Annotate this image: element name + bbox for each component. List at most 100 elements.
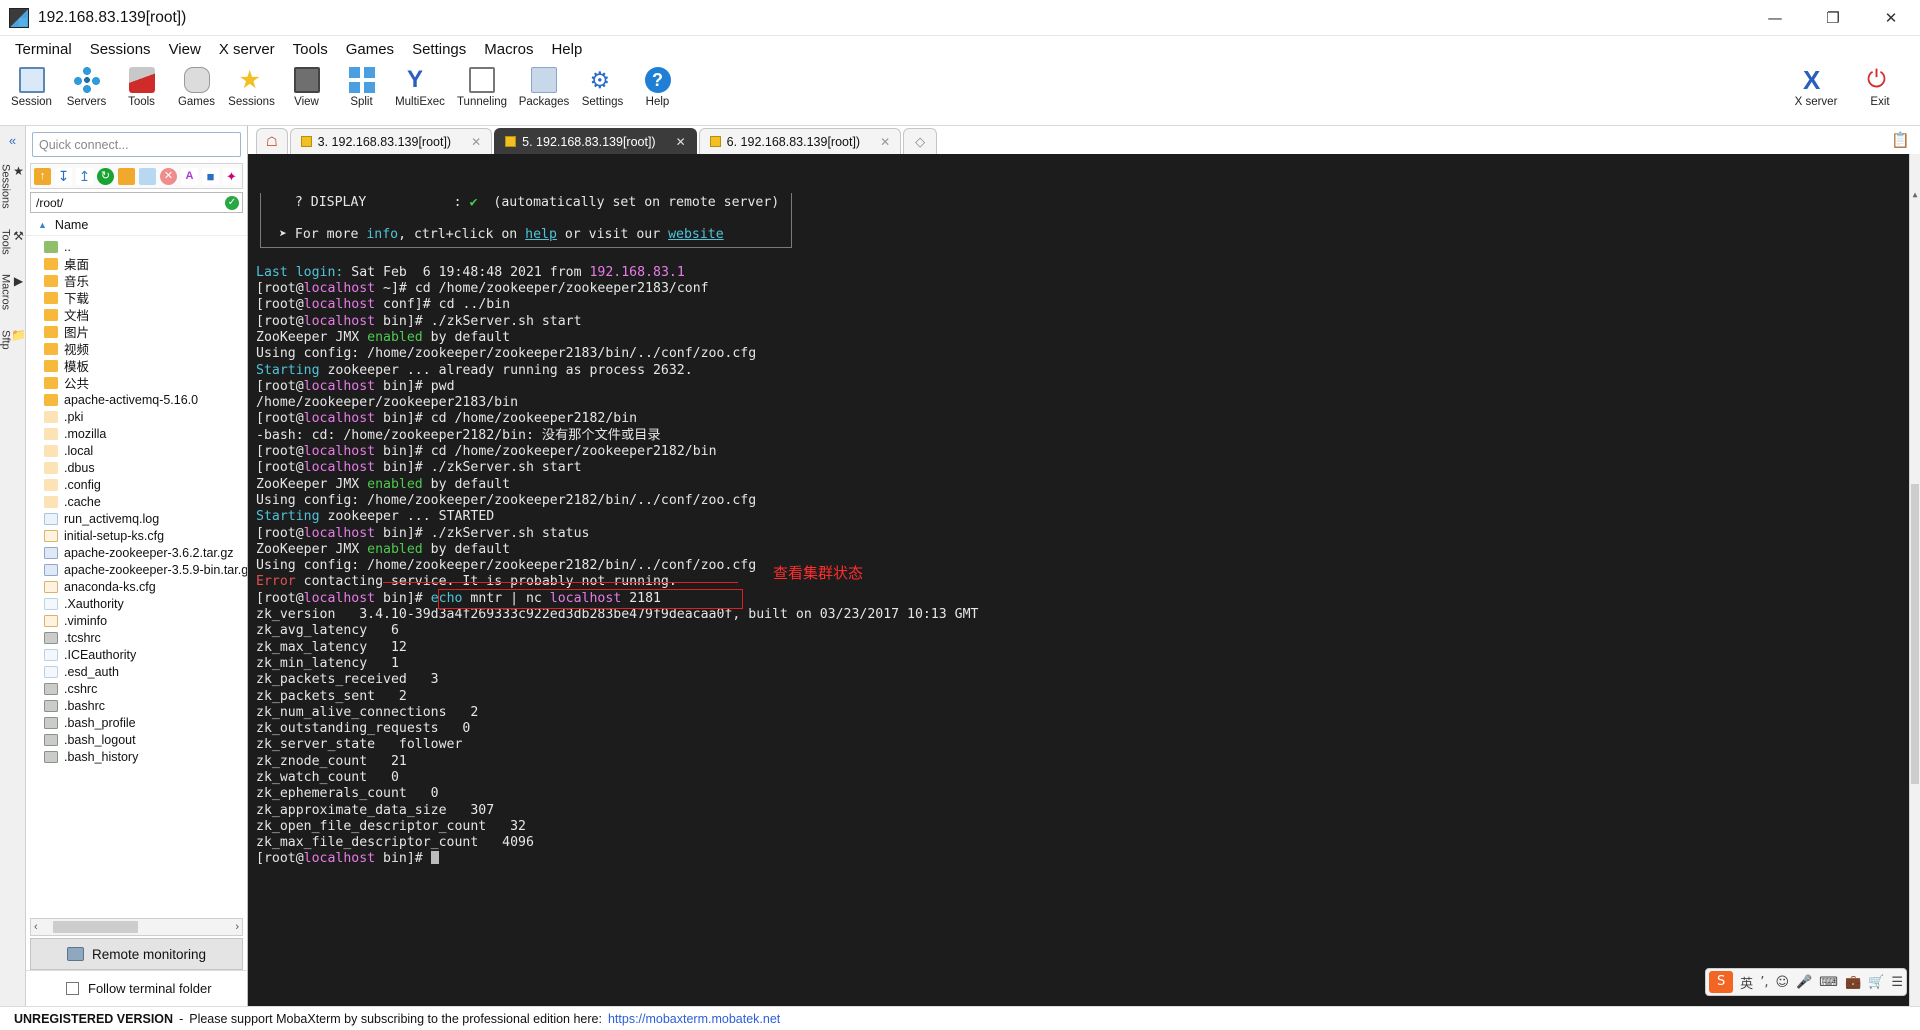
file-row[interactable]: 视频 [26, 340, 247, 357]
vtab-sftp[interactable]: 📁 Sftp [0, 320, 29, 360]
ime-punctuation-button[interactable]: ’, [1760, 975, 1768, 990]
mic-icon[interactable]: 🎤 [1796, 975, 1812, 990]
terminal-scrollbar-thumb[interactable] [1911, 484, 1919, 784]
file-list-hscrollbar[interactable]: ‹ › [30, 918, 243, 936]
menu-games[interactable]: Games [337, 39, 403, 60]
ribbon-session[interactable]: Session [4, 63, 59, 108]
hscroll-left-arrow[interactable]: ‹ [34, 921, 38, 933]
quick-connect-input[interactable]: Quick connect... [32, 132, 241, 157]
sogou-logo-icon[interactable]: S [1709, 971, 1734, 993]
ribbon-split[interactable]: Split [334, 63, 389, 108]
file-row[interactable]: apache-zookeeper-3.5.9-bin.tar.gz [26, 561, 247, 578]
file-row[interactable]: .cache [26, 493, 247, 510]
file-row[interactable]: .dbus [26, 459, 247, 476]
file-row[interactable]: .local [26, 442, 247, 459]
collapse-sidebar-button[interactable]: « [9, 133, 16, 148]
ribbon-x-server[interactable]: X X server [1784, 63, 1848, 108]
terminal-tools-icon[interactable]: ■ [202, 167, 219, 185]
hscroll-right-arrow[interactable]: › [235, 921, 239, 933]
vtab-sessions[interactable]: ★ Sessions [0, 154, 29, 219]
remote-monitoring-button[interactable]: Remote monitoring [30, 938, 243, 970]
file-row[interactable]: .tcshrc [26, 629, 247, 646]
terminal-tab-3-close-icon[interactable]: ✕ [471, 135, 481, 149]
file-row[interactable]: .viminfo [26, 612, 247, 629]
upload-icon[interactable]: ↥ [76, 167, 93, 185]
file-list[interactable]: .. 桌面 音乐 下载 文档 图片 视频 模板 公共 apache-activemq-5.16.0… [26, 236, 247, 918]
smile-icon[interactable]: ☺ [1775, 975, 1789, 990]
file-row[interactable]: .ICEauthority [26, 646, 247, 663]
wand-icon[interactable]: ✦ [223, 167, 240, 185]
file-row[interactable]: .Xauthority [26, 595, 247, 612]
file-row[interactable]: apache-activemq-5.16.0 [26, 391, 247, 408]
ime-language-button[interactable]: 英 [1740, 973, 1753, 992]
upload-parent-icon[interactable]: ↑ [34, 167, 51, 185]
new-folder-icon[interactable] [118, 167, 135, 185]
close-button[interactable]: ✕ [1862, 0, 1920, 36]
delete-icon[interactable]: ✕ [160, 167, 177, 185]
menu-terminal[interactable]: Terminal [6, 39, 81, 60]
menu-settings[interactable]: Settings [403, 39, 475, 60]
ribbon-servers[interactable]: Servers [59, 63, 114, 108]
scroll-up-arrow[interactable]: ▲ [1910, 187, 1920, 203]
sort-arrow-icon[interactable]: ▲ [38, 220, 47, 230]
menu-macros[interactable]: Macros [475, 39, 542, 60]
mobaxterm-link[interactable]: https://mobaxterm.mobatek.net [608, 1012, 780, 1026]
file-row[interactable]: run_activemq.log [26, 510, 247, 527]
file-row[interactable]: .esd_auth [26, 663, 247, 680]
download-icon[interactable]: ↧ [55, 167, 72, 185]
follow-terminal-folder-checkbox[interactable] [66, 982, 79, 995]
file-row[interactable]: .bashrc [26, 697, 247, 714]
menu-icon[interactable]: ☰ [1891, 975, 1903, 990]
vtab-tools[interactable]: ⚒ Tools [0, 219, 29, 265]
menu-tools[interactable]: Tools [284, 39, 337, 60]
file-row[interactable]: 音乐 [26, 272, 247, 289]
file-row[interactable]: .mozilla [26, 425, 247, 442]
file-row[interactable]: 图片 [26, 323, 247, 340]
terminal-scrollbar[interactable]: ▲ [1909, 154, 1920, 1006]
toolbox-icon[interactable]: 💼 [1845, 975, 1861, 990]
ribbon-games[interactable]: Games [169, 63, 224, 108]
file-row[interactable]: 桌面 [26, 255, 247, 272]
terminal-output[interactable]: ? DISPLAY : ✔ (automatically set on remo… [248, 154, 1920, 1006]
file-row[interactable]: 下载 [26, 289, 247, 306]
keyboard-icon[interactable]: ⌨ [1819, 975, 1838, 990]
ime-toolbar[interactable]: S 英 ’, ☺ 🎤 ⌨ 💼 🛒 ☰ [1705, 968, 1907, 996]
home-tab[interactable]: ☖ [256, 128, 288, 154]
maximize-button[interactable]: ❐ [1804, 0, 1862, 36]
file-row[interactable]: apache-zookeeper-3.6.2.tar.gz [26, 544, 247, 561]
ribbon-view[interactable]: View [279, 63, 334, 108]
file-row[interactable]: 模板 [26, 357, 247, 374]
follow-terminal-folder-row[interactable]: Follow terminal folder [26, 970, 247, 1006]
file-row[interactable]: .. [26, 238, 247, 255]
file-row[interactable]: .config [26, 476, 247, 493]
file-row[interactable]: 公共 [26, 374, 247, 391]
menu-x-server[interactable]: X server [210, 39, 284, 60]
change-font-icon[interactable]: A [181, 167, 198, 185]
sftp-path-bar[interactable]: /root/ ✓ [30, 192, 243, 213]
file-row[interactable]: .bash_profile [26, 714, 247, 731]
terminal-tab-6-close-icon[interactable]: ✕ [880, 135, 890, 149]
name-column-header[interactable]: Name [55, 218, 88, 232]
file-row[interactable]: anaconda-ks.cfg [26, 578, 247, 595]
new-tab-button[interactable]: ◇ [903, 128, 938, 154]
terminal-tab-6[interactable]: 6. 192.168.83.139[root]) ✕ [698, 128, 902, 154]
hscroll-thumb[interactable] [53, 921, 138, 933]
vtab-macros[interactable]: ▶ Macros [0, 264, 29, 320]
menu-sessions[interactable]: Sessions [81, 39, 160, 60]
file-row[interactable]: 文档 [26, 306, 247, 323]
clipboard-icon[interactable]: 📋 [1891, 131, 1910, 149]
ribbon-multiexec[interactable]: Y MultiExec [389, 63, 451, 109]
refresh-icon[interactable]: ↻ [97, 167, 114, 185]
terminal-tab-3[interactable]: 3. 192.168.83.139[root]) ✕ [289, 128, 493, 154]
ribbon-tools[interactable]: Tools [114, 63, 169, 108]
terminal-tab-5-close-icon[interactable]: ✕ [676, 135, 686, 149]
ribbon-settings[interactable]: ⚙ Settings [575, 63, 630, 108]
menu-help[interactable]: Help [542, 39, 591, 60]
file-row[interactable]: initial-setup-ks.cfg [26, 527, 247, 544]
terminal-tab-5[interactable]: 5. 192.168.83.139[root]) ✕ [494, 128, 697, 154]
ribbon-packages[interactable]: Packages [513, 63, 575, 108]
basket-icon[interactable]: 🛒 [1868, 975, 1884, 990]
menu-view[interactable]: View [160, 39, 210, 60]
new-file-icon[interactable] [139, 167, 156, 185]
ribbon-tunneling[interactable]: Tunneling [451, 63, 513, 108]
